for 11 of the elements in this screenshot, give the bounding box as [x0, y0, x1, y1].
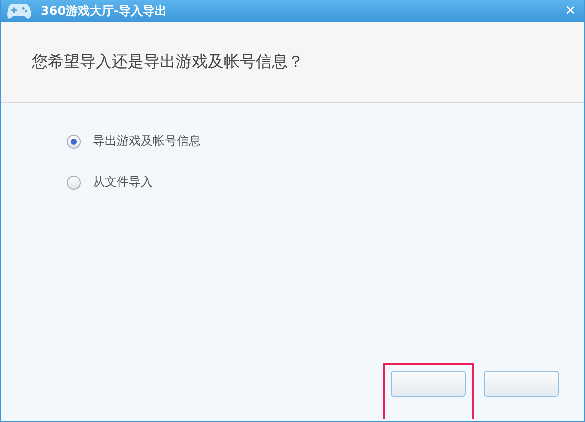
question-text: 您希望导入还是导出游戏及帐号信息？	[32, 52, 304, 72]
radio-option[interactable]: 从文件导入	[67, 174, 567, 191]
option-label: 导出游戏及帐号信息	[93, 133, 201, 150]
window-title: 360游戏大厅-导入导出	[41, 2, 168, 20]
dialog-button[interactable]	[391, 371, 466, 397]
dialog-button[interactable]	[484, 371, 559, 397]
gamepad-icon	[7, 2, 31, 20]
radio-button[interactable]	[67, 134, 81, 148]
radio-button[interactable]	[67, 176, 81, 190]
option-label: 从文件导入	[93, 174, 153, 191]
radio-option[interactable]: 导出游戏及帐号信息	[67, 133, 567, 150]
